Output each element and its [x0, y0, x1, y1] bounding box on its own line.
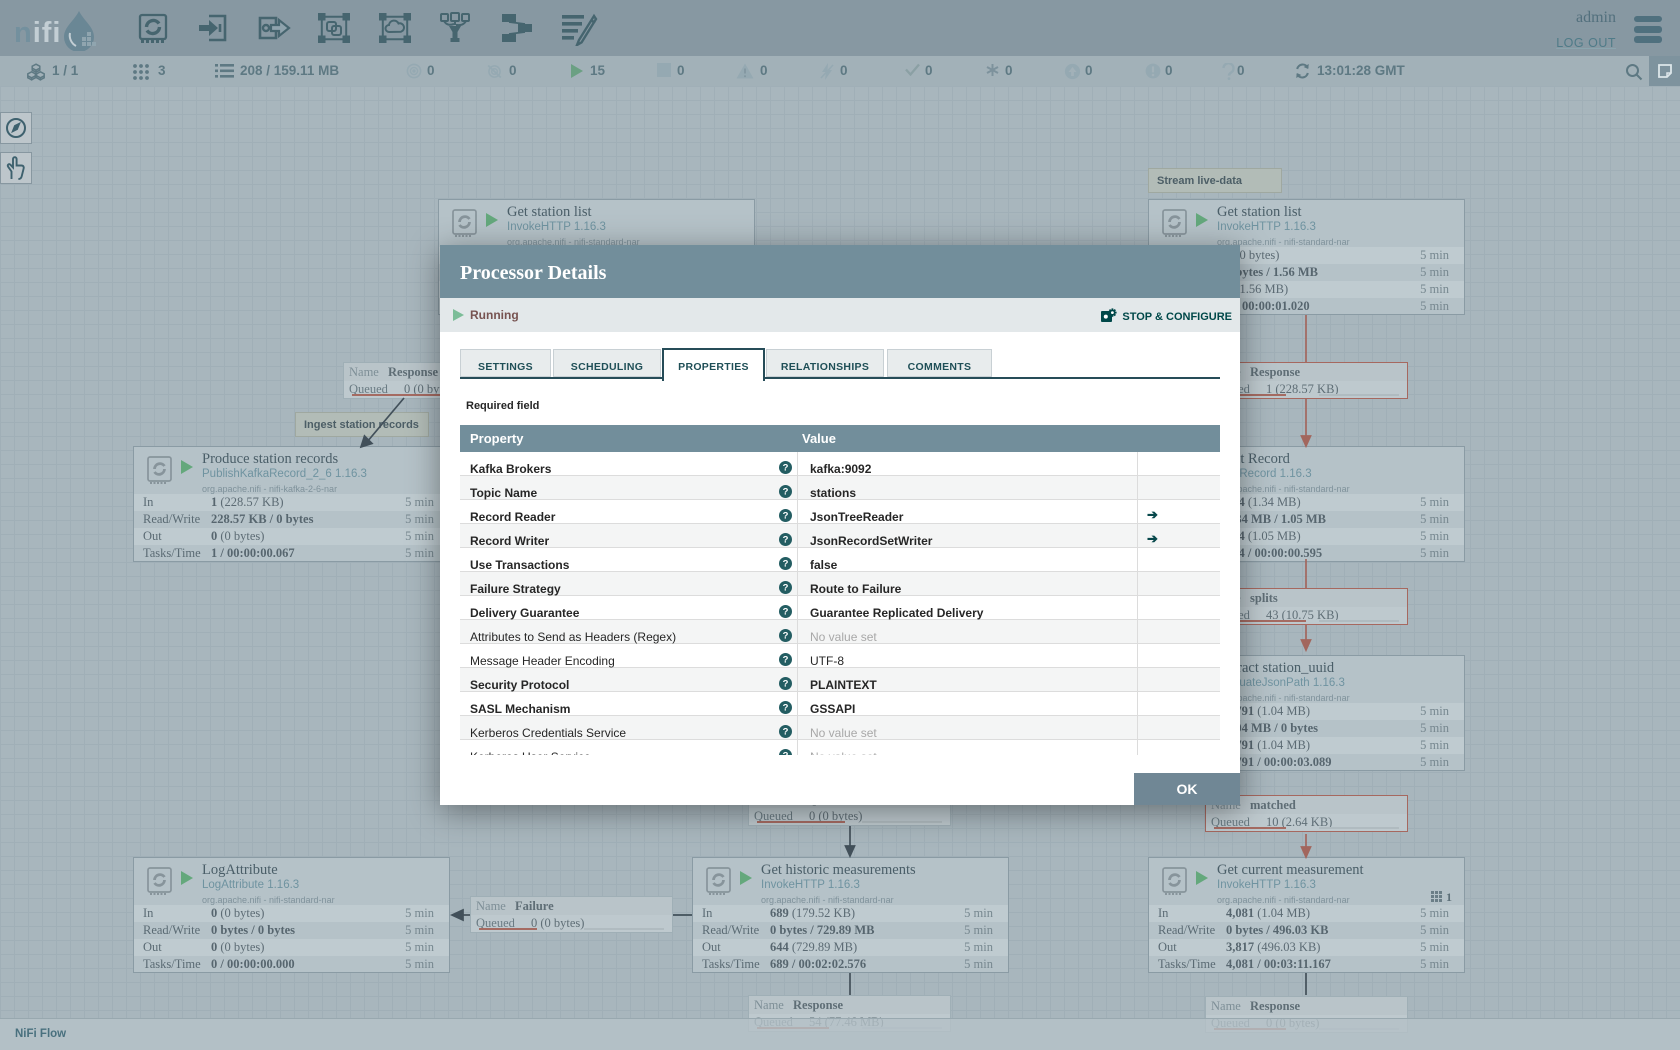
svg-text:?: ? — [783, 487, 789, 498]
svg-text:?: ? — [783, 631, 789, 642]
svg-text:?: ? — [783, 607, 789, 618]
svg-text:?: ? — [783, 679, 789, 690]
svg-text:?: ? — [783, 655, 789, 666]
svg-text:?: ? — [783, 703, 789, 714]
svg-text:?: ? — [783, 559, 789, 570]
svg-text:?: ? — [783, 535, 789, 546]
svg-text:?: ? — [783, 727, 789, 738]
svg-text:?: ? — [783, 751, 789, 755]
svg-text:?: ? — [783, 463, 789, 474]
svg-text:?: ? — [783, 511, 789, 522]
svg-text:?: ? — [783, 583, 789, 594]
